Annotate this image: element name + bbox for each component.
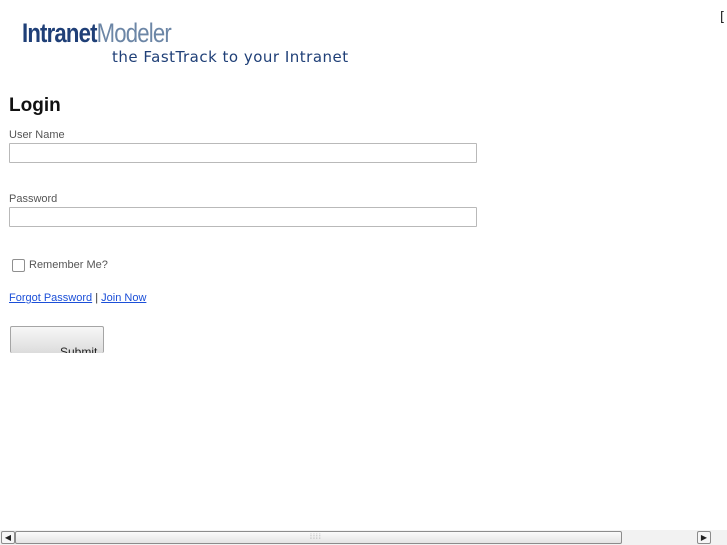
remember-me-label[interactable]: Remember Me? [29, 259, 108, 271]
page-title: Login [9, 95, 61, 116]
join-now-link[interactable]: Join Now [101, 292, 146, 304]
remember-me-checkbox[interactable] [12, 259, 25, 272]
logo-part-modeler: Modeler [96, 18, 172, 48]
horizontal-scrollbar[interactable]: ◀ ⁞⁞⁞⁞ ▶ [0, 530, 727, 545]
logo-wordmark: IntranetModeler [22, 18, 172, 49]
forgot-password-link[interactable]: Forgot Password [9, 292, 92, 304]
corner-glyph: [ [718, 10, 726, 25]
link-separator: | [95, 292, 99, 304]
logo-part-intranet: Intranet [22, 18, 97, 48]
username-label: User Name [9, 129, 65, 141]
submit-button[interactable]: Submit [10, 326, 104, 353]
username-input[interactable] [9, 143, 477, 163]
password-label: Password [9, 193, 58, 205]
scrollbar-grip-icon: ⁞⁞⁞⁞ [310, 534, 322, 541]
password-input[interactable] [9, 207, 477, 227]
logo-tagline: the FastTrack to your Intranet [112, 48, 349, 66]
scrollbar-thumb[interactable]: ⁞⁞⁞⁞ [15, 531, 622, 544]
scroll-left-icon[interactable]: ◀ [1, 531, 15, 544]
account-links: Forgot Password | Join Now [9, 292, 146, 304]
scroll-right-icon[interactable]: ▶ [697, 531, 711, 544]
submit-button-label: Submit [60, 345, 98, 353]
